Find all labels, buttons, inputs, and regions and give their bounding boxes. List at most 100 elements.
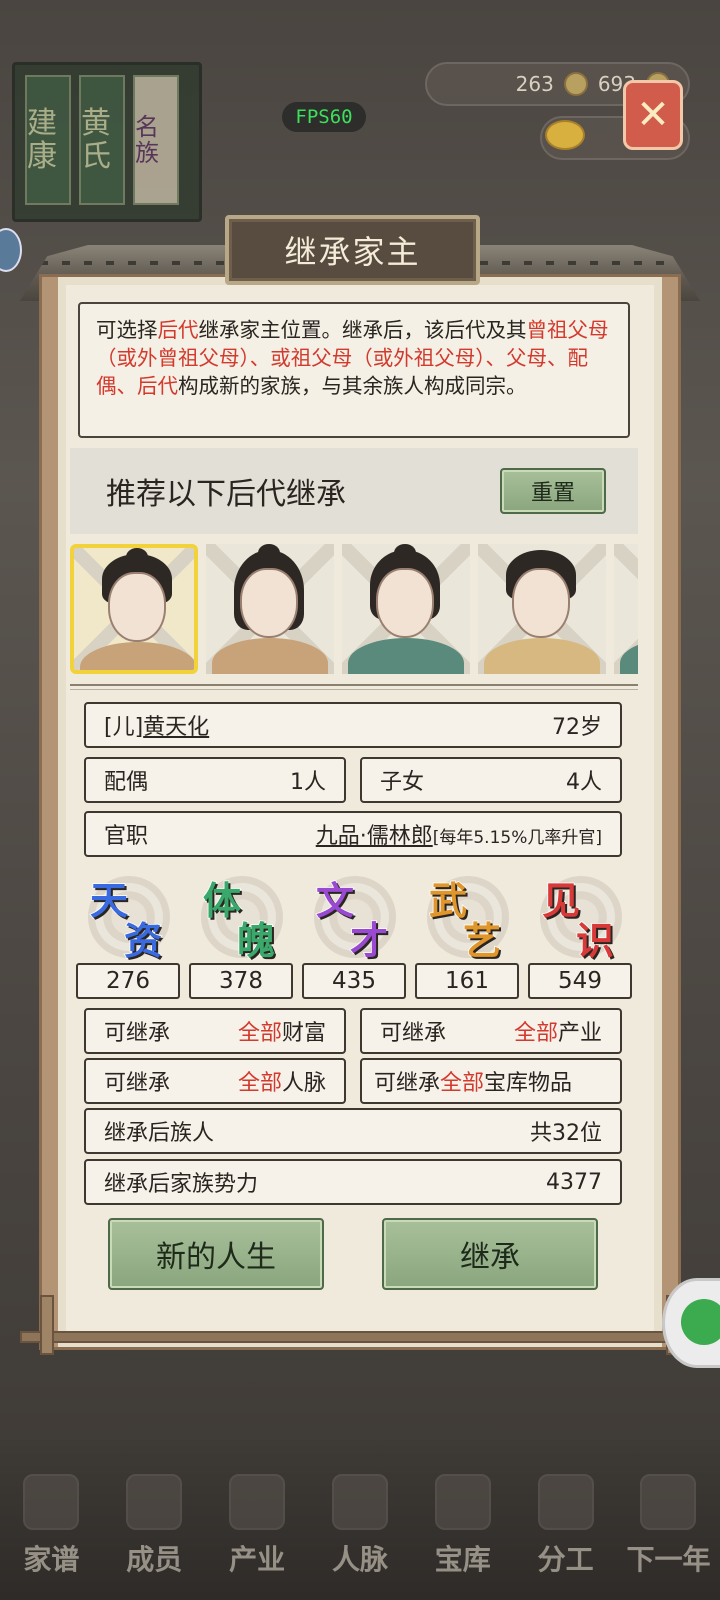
attr-char: 武 — [428, 877, 468, 924]
clan-power-row: 继承后家族势力 4377 — [84, 1159, 622, 1205]
close-button[interactable]: ✕ — [623, 80, 683, 150]
genealogy-icon — [23, 1474, 80, 1530]
heir-name-row[interactable]: [儿]黄天化 72岁 — [84, 702, 622, 748]
crossed-swords-close-icon: ✕ — [636, 92, 670, 138]
children-count: 4人 — [566, 770, 602, 795]
silver-count: 263 — [515, 72, 554, 96]
side-badge-icon[interactable] — [0, 228, 22, 272]
nav-industry[interactable]: 产业 — [212, 1474, 302, 1578]
attr-char: 体 — [202, 877, 242, 924]
nav-division[interactable]: 分工 — [521, 1474, 611, 1578]
attr-value-physique: 378 — [189, 963, 293, 999]
nav-treasury[interactable]: 宝库 — [418, 1474, 508, 1578]
children-row: 子女 4人 — [360, 757, 622, 803]
network-icon — [331, 1474, 388, 1530]
fps-counter: FPS60 — [282, 102, 366, 132]
book-jiankang: 建康 — [25, 75, 71, 205]
heir-relation: [儿] — [104, 715, 144, 740]
attr-physique: 体 魄 — [189, 870, 293, 964]
dialog-title: 继承家主 — [225, 215, 480, 285]
inherit-treasury-row: 可继承 全部 宝库物品 — [360, 1058, 622, 1104]
attr-value-knowledge: 549 — [528, 963, 632, 999]
book-mingzu: 名族 — [133, 75, 179, 205]
inherit-highlight: 全部 — [440, 1071, 485, 1096]
attr-char: 文 — [315, 877, 355, 924]
attr-value-literary: 435 — [302, 963, 406, 999]
attr-char: 艺 — [462, 917, 502, 964]
industry-icon — [229, 1474, 286, 1530]
heir-age: 72岁 — [552, 715, 602, 740]
inherit-highlight: 全部 — [237, 1071, 282, 1096]
attr-char: 见 — [541, 877, 581, 924]
heir-portrait-list — [70, 544, 638, 674]
nav-members[interactable]: 成员 — [109, 1474, 199, 1578]
division-icon — [537, 1474, 594, 1530]
heir-portrait[interactable] — [614, 544, 638, 674]
dialog-foot-rail — [20, 1295, 700, 1365]
office-title[interactable]: 九品·儒林郎 — [316, 824, 433, 849]
heir-portrait[interactable] — [342, 544, 470, 674]
attr-martial: 武 艺 — [415, 870, 519, 964]
inherit-description: 可选择后代继承家主位置。继承后，该后代及其曾祖父母（或外曾祖父母）、或祖父母（或… — [78, 302, 630, 438]
attr-knowledge: 见 识 — [528, 870, 632, 964]
inherit-network-row: 可继承 全部 人脉 — [84, 1058, 346, 1104]
desc-part: 可选择 — [96, 318, 158, 342]
office-row: 官职 九品·儒林郎[每年5.15%几率升官] — [84, 811, 622, 857]
nav-next-year[interactable]: 下一年 — [623, 1474, 713, 1578]
clan-members-count: 共32位 — [530, 1121, 602, 1146]
inherit-prefix: 可继承 — [380, 1021, 447, 1046]
inherit-suffix: 人脉 — [281, 1071, 326, 1096]
attr-value-martial: 161 — [415, 963, 519, 999]
nav-network[interactable]: 人脉 — [315, 1474, 405, 1578]
inherit-suffix: 产业 — [557, 1021, 602, 1046]
inherit-highlight: 全部 — [513, 1021, 558, 1046]
reset-button[interactable]: 重置 — [500, 468, 606, 514]
heir-portrait[interactable] — [478, 544, 606, 674]
clan-power-label: 继承后家族势力 — [104, 1172, 259, 1197]
attr-char: 资 — [123, 917, 163, 964]
members-icon — [126, 1474, 183, 1530]
lantern-icon — [640, 1474, 697, 1530]
spouse-count: 1人 — [290, 770, 326, 795]
desc-highlight: 后代 — [157, 318, 199, 342]
attr-char: 魄 — [236, 917, 276, 964]
desc-part: 构成新的家族，与其余族人构成同宗。 — [178, 374, 527, 398]
section-divider — [70, 684, 638, 690]
heir-name[interactable]: 黄天化 — [143, 715, 209, 740]
inherit-suffix: 财富 — [281, 1021, 326, 1046]
inherit-highlight: 全部 — [237, 1021, 282, 1046]
inherit-prefix: 可继承 — [104, 1071, 171, 1096]
gold-ingot-icon — [545, 120, 585, 150]
clan-books: 建康 黄氏 名族 — [12, 62, 202, 222]
spouse-label: 配偶 — [104, 770, 149, 795]
clan-power-value: 4377 — [546, 1169, 602, 1195]
attr-char: 才 — [349, 917, 389, 964]
bottom-nav: 家谱 成员 产业 人脉 宝库 分工 下一年 — [0, 1440, 720, 1600]
inherit-prefix: 可继承 — [104, 1021, 171, 1046]
silver-icon — [563, 72, 588, 96]
attr-literary: 文 才 — [302, 870, 406, 964]
attr-talent: 天 资 — [76, 870, 180, 964]
inherit-button[interactable]: 继承 — [382, 1218, 598, 1290]
nav-genealogy[interactable]: 家谱 — [6, 1474, 96, 1578]
book-huangshi: 黄氏 — [79, 75, 125, 205]
attr-value-talent: 276 — [76, 963, 180, 999]
spouse-row: 配偶 1人 — [84, 757, 346, 803]
office-label: 官职 — [104, 824, 149, 849]
clan-members-label: 继承后族人 — [104, 1121, 215, 1146]
children-label: 子女 — [380, 770, 425, 795]
inherit-industry-row: 可继承 全部 产业 — [360, 1008, 622, 1054]
treasury-icon — [434, 1474, 491, 1530]
heir-portrait[interactable] — [206, 544, 334, 674]
recommend-label: 推荐以下后代继承 — [106, 477, 346, 512]
inherit-wealth-row: 可继承 全部 财富 — [84, 1008, 346, 1054]
desc-part: 继承家主位置。继承后，该后代及其 — [198, 318, 527, 342]
inherit-suffix: 宝库物品 — [484, 1071, 573, 1096]
clan-members-row: 继承后族人 共32位 — [84, 1108, 622, 1154]
heir-portrait[interactable] — [70, 544, 198, 674]
inherit-prefix: 可继承 — [374, 1071, 441, 1096]
promotion-note: [每年5.15%几率升官] — [432, 828, 602, 848]
attr-char: 天 — [89, 877, 129, 924]
new-life-button[interactable]: 新的人生 — [108, 1218, 324, 1290]
attr-char: 识 — [575, 917, 615, 964]
